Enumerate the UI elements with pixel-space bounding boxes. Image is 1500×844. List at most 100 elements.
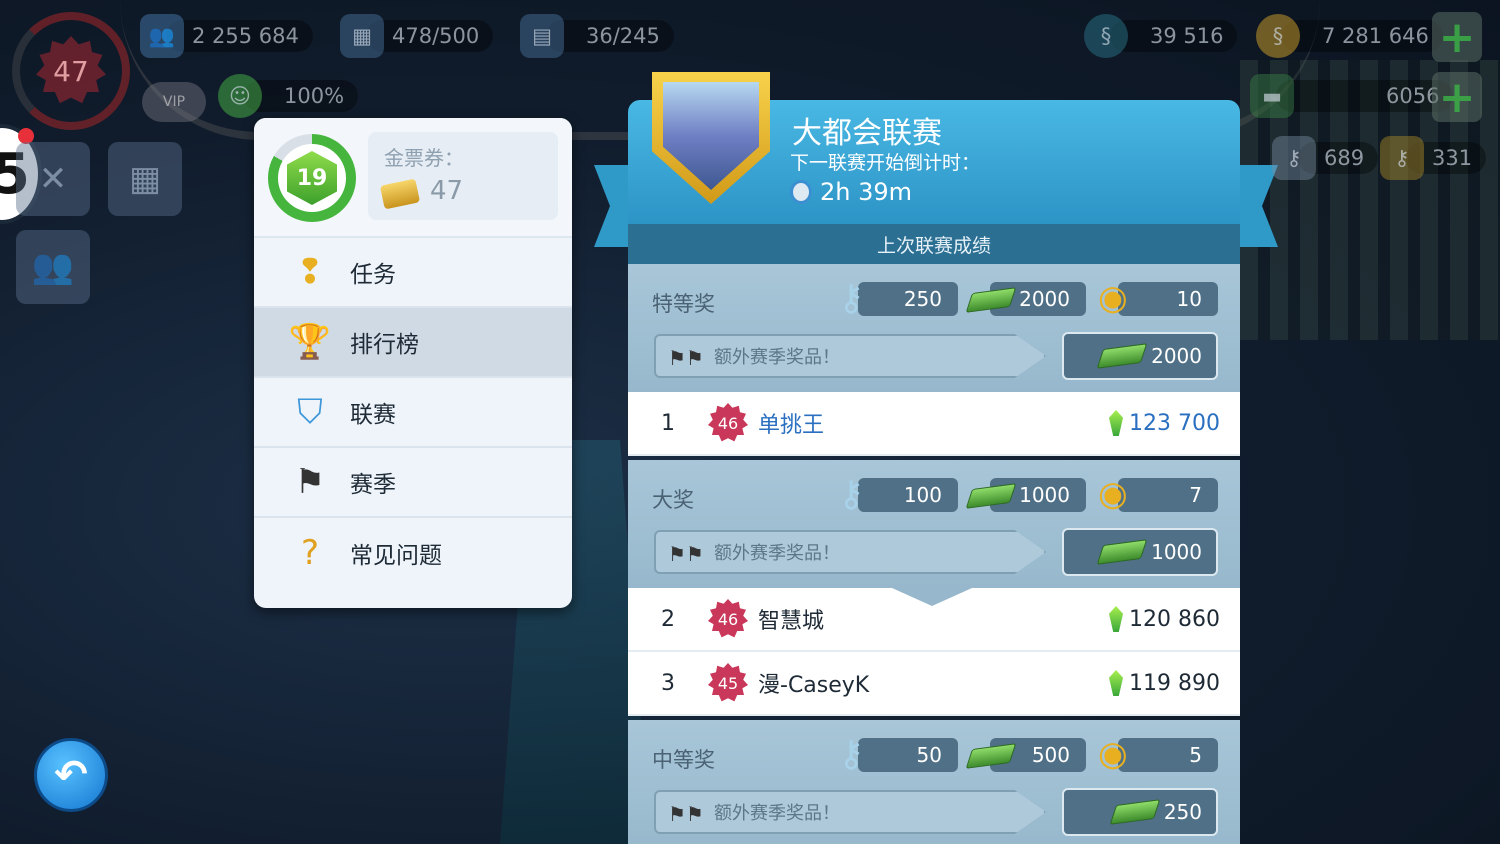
menu-item-league[interactable]: ⛉ 联赛 bbox=[254, 378, 572, 448]
simcash-icon: § bbox=[1084, 14, 1128, 58]
population-stat[interactable]: 👥 2 255 684 bbox=[140, 14, 313, 58]
bonus-cash-value: 1000 bbox=[1151, 540, 1202, 564]
league-countdown-value: 2h 39m bbox=[820, 178, 913, 206]
player-level-value: 45 bbox=[717, 673, 739, 693]
player-level-badge: 47 bbox=[36, 36, 106, 104]
cash-stat[interactable]: ▬ 6056 bbox=[1250, 74, 1454, 118]
table-row[interactable]: 1 46 单挑王 123 700 bbox=[628, 392, 1240, 456]
vehicles-stat[interactable]: ▤ 36/245 bbox=[520, 14, 674, 58]
league-title: 大都会联赛 bbox=[792, 116, 942, 151]
vip-label: VIP bbox=[162, 94, 186, 110]
player-score-value: 119 890 bbox=[1129, 670, 1220, 696]
vip-badge[interactable]: VIP bbox=[142, 82, 206, 122]
player-score-value: 123 700 bbox=[1129, 410, 1220, 436]
gold-medal-icon: ◉ bbox=[1098, 278, 1128, 318]
calendar-icon: ▦ bbox=[128, 159, 162, 199]
cash-bundle-icon bbox=[1096, 343, 1148, 369]
happiness-stat[interactable]: ☺ 100% bbox=[218, 74, 359, 118]
player-name: 漫-CaseyK bbox=[758, 673, 870, 698]
checkered-flag-icon: ⚑⚑ bbox=[668, 346, 704, 370]
vehicles-value: 36/245 bbox=[546, 20, 674, 52]
reward-keys-value: 50 bbox=[916, 743, 942, 767]
league-city-emblem bbox=[663, 82, 759, 190]
tools-icon: ✕ bbox=[38, 159, 68, 199]
contest-level-ring: 19 bbox=[268, 134, 356, 222]
league-shield-icon: ⛉ bbox=[297, 392, 323, 432]
player-level-badge: 45 bbox=[708, 663, 748, 702]
prize-tier-major: 大奖 100 ⚷ 1000 7 ◉ ⚑⚑ 额外赛季奖品！ 1000 bbox=[628, 460, 1240, 588]
player-level-ring[interactable]: 47 bbox=[12, 12, 130, 130]
reward-medals-value: 7 bbox=[1189, 483, 1202, 507]
reward-cash-value: 500 bbox=[1031, 743, 1070, 767]
golden-ticket-box: 金票券： 47 bbox=[368, 132, 558, 220]
table-row[interactable]: 3 45 漫-CaseyK 119 890 bbox=[628, 652, 1240, 716]
friends-button[interactable]: 👥 bbox=[16, 230, 90, 304]
menu-item-leaderboard[interactable]: 🏆 排行榜 bbox=[254, 308, 572, 378]
gem-icon bbox=[1109, 410, 1124, 436]
cash-icon: ▬ bbox=[1250, 74, 1294, 118]
reward-medals-value: 10 bbox=[1176, 287, 1202, 311]
player-level-badge: 46 bbox=[708, 599, 748, 638]
bonus-label: 额外赛季奖品！ bbox=[714, 347, 840, 368]
section-title: 上次联赛成绩 bbox=[876, 234, 991, 257]
add-currency-button[interactable]: + bbox=[1432, 12, 1482, 63]
last-league-results-header: 上次联赛成绩 bbox=[628, 224, 1240, 264]
calendar-button[interactable]: ▦ bbox=[108, 142, 182, 216]
menu-item-season[interactable]: ⚑ 赛季 bbox=[254, 448, 572, 518]
prize-tier-name: 特等奖 bbox=[652, 292, 715, 316]
back-button[interactable]: ↶ bbox=[34, 738, 108, 812]
vehicles-icon: ▤ bbox=[520, 14, 564, 58]
bonus-cash-value: 250 bbox=[1163, 800, 1202, 824]
population-icon: 👥 bbox=[140, 14, 184, 58]
simcash-stat[interactable]: § 39 516 bbox=[1084, 14, 1238, 58]
menu-item-quests[interactable]: ❢ 任务 bbox=[254, 238, 572, 308]
gem-icon bbox=[1109, 606, 1124, 632]
bonus-season-prize: ⚑⚑ 额外赛季奖品！ bbox=[654, 334, 1046, 378]
checkered-flag-icon: ⚑⚑ bbox=[668, 802, 704, 826]
golden-keys-stat[interactable]: ⚷ 689 bbox=[1272, 136, 1379, 180]
cash-value: 6056 bbox=[1276, 80, 1454, 112]
reward-cash-value: 2000 bbox=[1019, 287, 1070, 311]
menu-item-faq[interactable]: ? 常见问题 bbox=[254, 518, 572, 588]
player-score: 123 700 bbox=[1109, 410, 1240, 436]
gem-icon bbox=[1109, 670, 1124, 696]
reward-keys-value: 250 bbox=[903, 287, 942, 311]
reward-keys-value: 100 bbox=[903, 483, 942, 507]
golden-key-stat[interactable]: ⚷ 331 bbox=[1380, 136, 1487, 180]
menu-item-label: 任务 bbox=[350, 262, 396, 288]
bonus-cash: 1000 bbox=[1062, 528, 1218, 576]
menu-item-label: 赛季 bbox=[350, 472, 396, 498]
player-score: 119 890 bbox=[1109, 670, 1240, 696]
golden-ticket-icon bbox=[379, 178, 421, 210]
gold-medal-icon: ◉ bbox=[1098, 734, 1128, 774]
bonus-season-prize: ⚑⚑ 额外赛季奖品！ bbox=[654, 790, 1046, 834]
prize-tier-name: 中等奖 bbox=[652, 748, 715, 772]
coins-icon: § bbox=[1256, 14, 1300, 58]
platinum-key-icon: ⚷ bbox=[838, 278, 865, 319]
storage-value: 478/500 bbox=[366, 20, 494, 52]
contest-level-inner: 19 bbox=[278, 144, 346, 212]
checkered-flag-icon: ⚑ bbox=[294, 462, 326, 502]
tools-button[interactable]: ✕ bbox=[16, 142, 90, 216]
friends-icon: 👥 bbox=[31, 247, 75, 287]
league-countdown: 2h 39m bbox=[790, 178, 912, 206]
player-level-value: 46 bbox=[717, 413, 739, 433]
player-score: 120 860 bbox=[1109, 606, 1240, 632]
player-level-value: 46 bbox=[717, 609, 739, 629]
bonus-cash-value: 2000 bbox=[1151, 344, 1202, 368]
add-cash-button[interactable]: + bbox=[1432, 72, 1482, 123]
player-level-value: 47 bbox=[53, 54, 89, 88]
storage-stat[interactable]: ▦ 478/500 bbox=[340, 14, 494, 58]
menu-item-label: 常见问题 bbox=[350, 543, 442, 569]
bonus-label: 额外赛季奖品！ bbox=[714, 803, 840, 824]
reward-cash-value: 1000 bbox=[1019, 483, 1070, 507]
gold-medal-icon: ◉ bbox=[1098, 474, 1128, 514]
coins-stat[interactable]: § 7 281 646 bbox=[1256, 14, 1443, 58]
stopwatch-icon bbox=[790, 180, 812, 204]
rank-number: 1 bbox=[661, 410, 675, 436]
rank-number: 3 bbox=[661, 670, 675, 696]
player-level-badge: 46 bbox=[708, 403, 748, 442]
bonus-cash: 2000 bbox=[1062, 332, 1218, 380]
back-arrow-icon: ↶ bbox=[54, 752, 88, 798]
contest-level-value: 19 bbox=[296, 165, 328, 191]
